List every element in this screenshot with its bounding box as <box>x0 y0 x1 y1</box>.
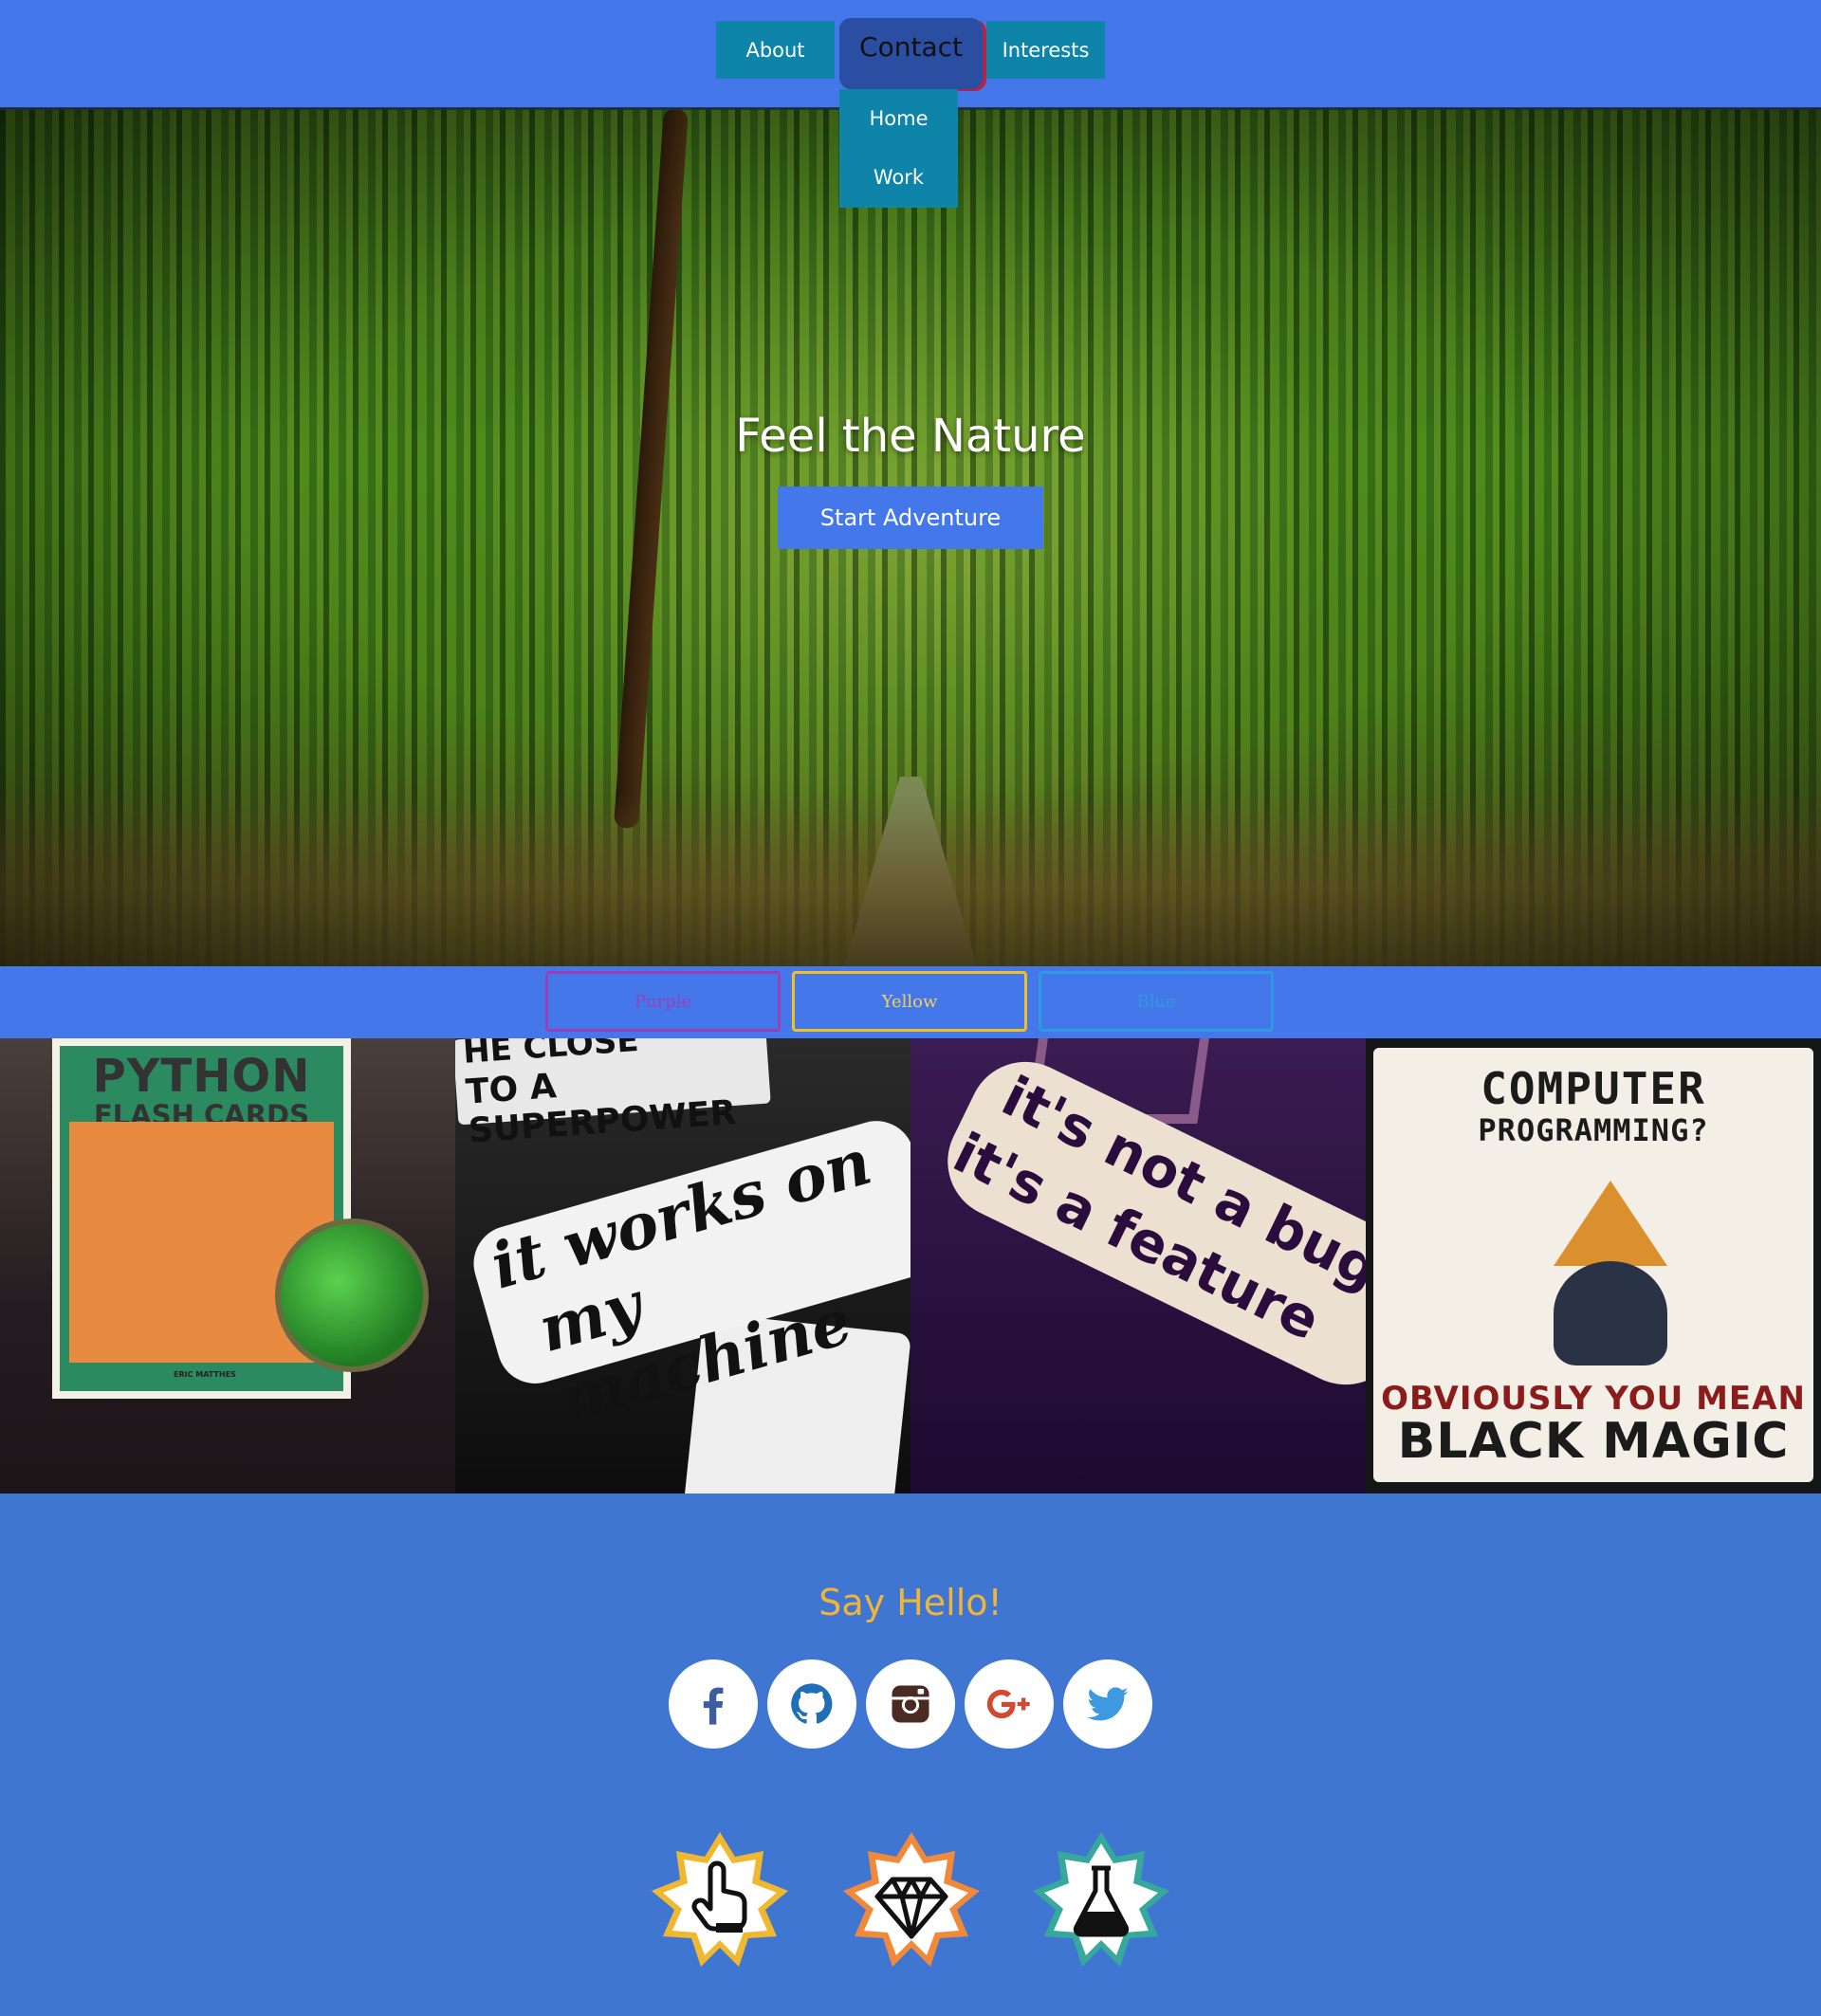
dropdown-item-work[interactable]: Work <box>839 148 958 207</box>
filter-purple-button[interactable]: Purple <box>545 971 781 1032</box>
start-adventure-button[interactable]: Start Adventure <box>778 486 1043 549</box>
nav-contact-button[interactable]: Contact <box>839 18 983 89</box>
black-mage-figure <box>1535 1181 1667 1370</box>
it-works-sticker: it works on my machine <box>465 1111 910 1438</box>
filter-yellow-button[interactable]: Yellow <box>792 971 1027 1032</box>
gallery-photo-it-works-sticker[interactable]: HE CLOSE TO A SUPERPOWER it works on my … <box>455 1038 910 1494</box>
computer-programming-text: COMPUTER PROGRAMMING? <box>1373 1065 1813 1148</box>
gallery-photo-not-a-bug-sticker[interactable]: it's not a bug it's a feature <box>910 1038 1366 1494</box>
say-hello-heading: Say Hello! <box>819 1582 1002 1623</box>
flash-card-title: PYTHON FLASH CARDS <box>60 1052 343 1129</box>
toy-figure <box>275 1219 429 1372</box>
mage-robe <box>1554 1261 1667 1365</box>
social-links <box>669 1659 1152 1749</box>
flash-card-author: ERIC MATTHES <box>174 1370 236 1379</box>
gallery-photo-black-magic-sticker[interactable]: COMPUTER PROGRAMMING? OBVIOUSLY YOU MEAN… <box>1366 1038 1821 1494</box>
instagram-icon[interactable] <box>866 1659 955 1749</box>
photo-gallery: PYTHON FLASH CARDS ERIC MATTHES HE CLOSE… <box>0 1038 1821 1494</box>
contact-dropdown-menu: Home Work <box>839 89 958 208</box>
filter-blue-button[interactable]: Blue <box>1039 971 1274 1032</box>
magic-line4: BLACK MAGIC <box>1397 1413 1790 1470</box>
google-plus-icon[interactable] <box>965 1659 1054 1749</box>
mage-hat <box>1554 1181 1667 1266</box>
diamond-icon <box>839 1830 984 1974</box>
touch-icon <box>648 1830 792 1974</box>
flask-icon <box>1029 1830 1173 1974</box>
flash-card-title-line1: PYTHON <box>92 1050 311 1103</box>
hero-title: Feel the Nature <box>735 410 1086 463</box>
dropdown-item-home[interactable]: Home <box>839 89 958 148</box>
twitter-icon[interactable] <box>1063 1659 1152 1749</box>
superpower-sticker: HE CLOSE TO A SUPERPOWER <box>455 1038 771 1151</box>
github-icon[interactable] <box>767 1659 856 1749</box>
color-filter-bar: Purple Yellow Blue <box>0 966 1821 1038</box>
nav-about-button[interactable]: About <box>716 21 835 79</box>
hero-section: Feel the Nature Start Adventure <box>0 108 1821 966</box>
magic-line3: OBVIOUSLY YOU MEAN <box>1381 1380 1806 1418</box>
facebook-icon[interactable] <box>669 1659 758 1749</box>
nav-interests-button[interactable]: Interests <box>986 21 1105 79</box>
magic-line1: COMPUTER <box>1481 1063 1706 1114</box>
magic-line2: PROGRAMMING? <box>1478 1112 1709 1148</box>
black-magic-sticker: COMPUTER PROGRAMMING? OBVIOUSLY YOU MEAN… <box>1373 1048 1813 1482</box>
gallery-photo-python-flash-cards[interactable]: PYTHON FLASH CARDS ERIC MATTHES <box>0 1038 455 1494</box>
